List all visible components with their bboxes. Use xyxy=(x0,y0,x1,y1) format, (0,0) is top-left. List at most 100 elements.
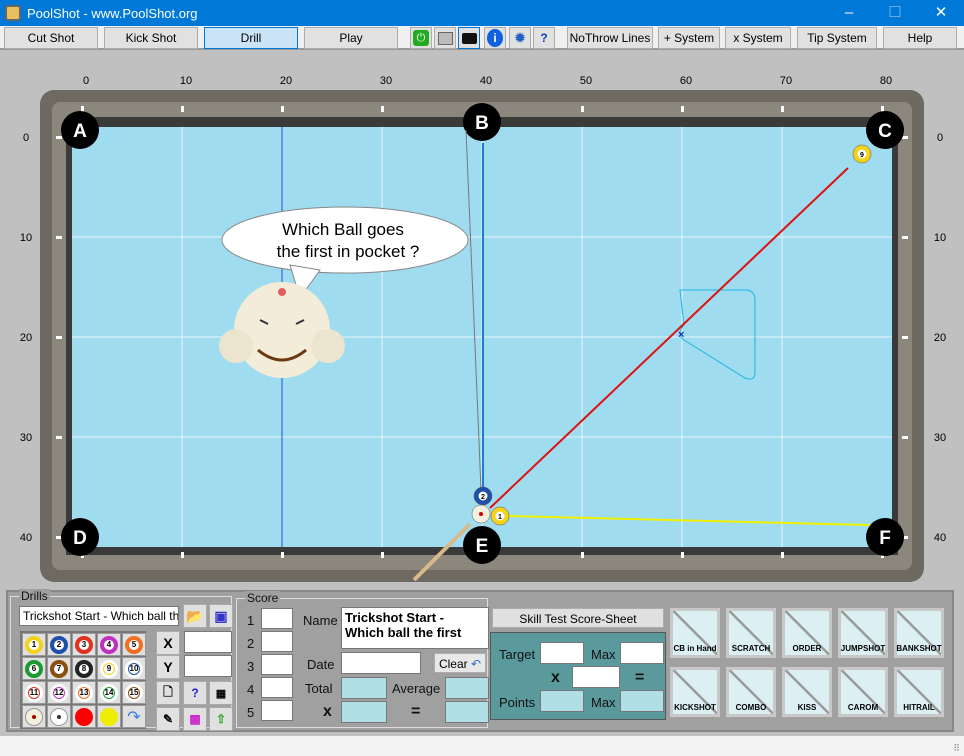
camera-icon[interactable] xyxy=(458,27,480,49)
score-input-3[interactable] xyxy=(261,654,293,675)
skill-multiply-label: x xyxy=(551,669,560,686)
ball-button-14[interactable]: 14 xyxy=(97,681,121,704)
pool-table[interactable]: 0 10 20 30 40 50 60 70 80 0 0 10 10 20 20 30 30 40 40 A B C D… xyxy=(0,52,964,588)
score-input-5[interactable] xyxy=(261,700,293,721)
help-button[interactable]: Help xyxy=(883,27,957,49)
edit-notes-icon[interactable]: ✎ xyxy=(156,707,180,731)
drill-select[interactable]: Trickshot Start - Which ball the fi xyxy=(19,606,179,626)
ball-number: 13 xyxy=(79,687,89,698)
help-doc-icon[interactable]: ? xyxy=(533,27,555,49)
diamond-marker xyxy=(902,136,908,139)
ball-number: 8 xyxy=(79,663,89,674)
shot-type-jumpshot[interactable]: JUMPSHOT xyxy=(838,608,888,658)
diamond-marker xyxy=(281,552,284,558)
score-input-2[interactable] xyxy=(261,631,293,652)
total-value xyxy=(341,677,387,699)
ball-button-10[interactable]: 10 xyxy=(122,657,146,680)
yellow-ball-button[interactable] xyxy=(97,705,121,728)
total-label: Total xyxy=(305,681,333,696)
shot-type-scratch[interactable]: SCRATCH xyxy=(726,608,776,658)
shot-type-kickshot[interactable]: KICKSHOT xyxy=(670,667,720,717)
table-list-icon[interactable]: ▦ xyxy=(209,681,233,705)
diamond-marker xyxy=(56,236,62,239)
export-folder-icon[interactable]: ⇧ xyxy=(209,707,233,731)
cue-ball-button[interactable] xyxy=(47,705,71,728)
print-icon[interactable] xyxy=(434,27,456,49)
x-system-button[interactable]: x System xyxy=(725,27,791,49)
open-folder-icon[interactable]: 📂 xyxy=(183,604,207,628)
ball-button-5[interactable]: 5 xyxy=(122,633,146,656)
date-label: Date xyxy=(307,657,335,672)
new-document-icon[interactable]: 🗋 xyxy=(156,681,180,705)
score-row-label: 5 xyxy=(247,705,255,720)
skill-equals-label: = xyxy=(635,669,645,686)
tip-system-button[interactable]: Tip System xyxy=(797,27,877,49)
diamond-marker xyxy=(56,436,62,439)
ball-button-9[interactable]: 9 xyxy=(97,657,121,680)
diamond-marker xyxy=(902,236,908,239)
max-label: Max xyxy=(591,647,616,662)
ball-number: 14 xyxy=(104,687,114,698)
ball-number: 9 xyxy=(104,663,114,674)
resize-grip-icon[interactable]: ⠿ xyxy=(953,743,960,754)
name-input[interactable]: Trickshot Start - Which ball the first xyxy=(341,607,489,649)
ball-button-11[interactable]: 11 xyxy=(22,681,46,704)
average-value xyxy=(445,677,489,699)
average-label: Average xyxy=(392,681,441,696)
ball-button-3[interactable]: 3 xyxy=(72,633,96,656)
ball-button-2[interactable]: 2 xyxy=(47,633,71,656)
minimize-button[interactable]: – xyxy=(826,0,872,26)
score-label: Score xyxy=(245,591,281,605)
shot-type-bankshot[interactable]: BANKSHOT xyxy=(894,608,944,658)
play-button[interactable]: Play xyxy=(304,27,398,49)
ball-button-1[interactable]: 1 xyxy=(22,633,46,656)
save-icon[interactable]: ▣ xyxy=(209,604,233,628)
settings-icon[interactable]: ✹ xyxy=(509,27,531,49)
nothrow-lines-button[interactable]: NoThrow Lines xyxy=(567,27,653,49)
multiplier-input[interactable] xyxy=(572,666,620,688)
ball-button-8[interactable]: 8 xyxy=(72,657,96,680)
help-document-icon[interactable]: ? xyxy=(183,681,207,705)
ball-number: 7 xyxy=(54,663,64,674)
plus-system-button[interactable]: + System xyxy=(658,27,720,49)
cue-ball-red-dot-button[interactable] xyxy=(22,705,46,728)
ball-button-7[interactable]: 7 xyxy=(47,657,71,680)
shot-type-hitrail[interactable]: HITRAIL xyxy=(894,667,944,717)
ball-button-12[interactable]: 12 xyxy=(47,681,71,704)
pocket-label-a: A xyxy=(73,121,87,142)
ball-button-6[interactable]: 6 xyxy=(22,657,46,680)
ball-number: 2 xyxy=(481,494,485,501)
bottom-panel: Drills Trickshot Start - Which ball the … xyxy=(6,589,954,732)
shot-type-kiss[interactable]: KISS xyxy=(782,667,832,717)
x-coordinate-input[interactable] xyxy=(184,631,232,653)
power-icon[interactable]: ⏻ xyxy=(410,27,432,49)
ball-button-13[interactable]: 13 xyxy=(72,681,96,704)
color-palette-icon[interactable]: ▩ xyxy=(183,707,207,731)
shot-type-combo[interactable]: COMBO xyxy=(726,667,776,717)
x-tick-label: 10 xyxy=(180,75,192,87)
y-coordinate-input[interactable] xyxy=(184,655,232,677)
shot-type-order[interactable]: ORDER xyxy=(782,608,832,658)
max-points-label: Max xyxy=(591,695,616,710)
shot-type-carom[interactable]: CAROM xyxy=(838,667,888,717)
ball-button-15[interactable]: 15 xyxy=(122,681,146,704)
maximize-button[interactable]: ☐ xyxy=(872,0,918,26)
date-input[interactable] xyxy=(341,652,421,674)
drill-button[interactable]: Drill xyxy=(204,27,298,49)
kick-shot-button[interactable]: Kick Shot xyxy=(104,27,198,49)
info-icon[interactable]: i xyxy=(484,27,506,49)
redo-button[interactable]: ↷ xyxy=(122,705,146,728)
max-input[interactable] xyxy=(620,642,664,664)
shot-type-cb-in-hand[interactable]: CB in Hand xyxy=(670,608,720,658)
score-input-1[interactable] xyxy=(261,608,293,629)
cut-shot-button[interactable]: Cut Shot xyxy=(4,27,98,49)
skill-test-score-sheet-button[interactable]: Skill Test Score-Sheet xyxy=(492,608,664,628)
multiplier-value xyxy=(341,701,387,723)
clear-button[interactable]: Clear ↶ xyxy=(434,653,486,673)
ball-button-4[interactable]: 4 xyxy=(97,633,121,656)
score-input-4[interactable] xyxy=(261,677,293,698)
diamond-marker xyxy=(681,106,684,112)
close-button[interactable]: ✕ xyxy=(918,0,964,26)
target-input[interactable] xyxy=(540,642,584,664)
red-ball-button[interactable] xyxy=(72,705,96,728)
